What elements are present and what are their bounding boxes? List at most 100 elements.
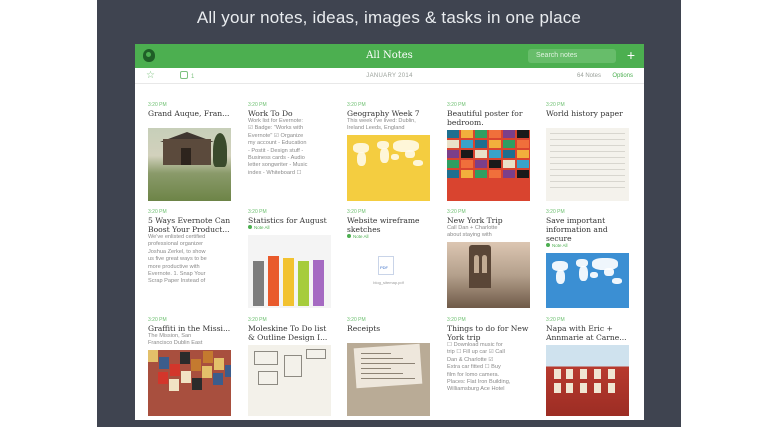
bridge-arch	[482, 255, 487, 273]
note-card[interactable]: 3:20 PM Moleskine To Do list & Outline De…	[248, 317, 331, 416]
poster-block	[517, 170, 529, 178]
graffiti-block	[169, 379, 179, 391]
map-continent	[405, 150, 415, 158]
poster-block	[475, 170, 487, 178]
poster-block	[517, 140, 529, 148]
poster-block	[503, 150, 515, 158]
graffiti-block	[180, 352, 190, 364]
note-title: Napa with Eric + Annmarie at Carne...	[546, 324, 627, 342]
poster-block	[447, 130, 459, 138]
note-thumbnail	[148, 350, 231, 416]
house-window	[608, 383, 615, 393]
receipt-line	[361, 368, 391, 369]
note-time: 3:20 PM	[546, 317, 565, 323]
poster-block	[489, 150, 501, 158]
evernote-app-window: All Notes Search notes + ☆ 1 JANUARY 201…	[135, 44, 644, 420]
note-time: 3:20 PM	[148, 102, 167, 108]
poster-block	[461, 170, 473, 178]
note-time: 3:20 PM	[248, 209, 267, 215]
note-card[interactable]: 3:20 PM Beautiful poster for bedroom.	[447, 102, 530, 201]
note-card[interactable]: 3:20 PM Grand Auque, Fran...	[148, 102, 231, 201]
graffiti-block	[192, 378, 202, 390]
map-continent	[357, 152, 366, 166]
barn-door	[181, 148, 191, 165]
note-card[interactable]: 3:20 PM World history paper	[546, 102, 629, 201]
receipt-line	[361, 363, 415, 364]
receipt-paper	[353, 343, 423, 389]
note-title: Things to do for New York trip	[447, 324, 529, 342]
poster-block	[489, 160, 501, 168]
note-time: 3:20 PM	[546, 209, 565, 215]
receipt-line	[361, 378, 415, 379]
poster-block	[475, 140, 487, 148]
note-card[interactable]: 3:20 PM Website wireframe sketches Note Al…	[347, 209, 430, 308]
poster-block	[461, 150, 473, 158]
note-card[interactable]: 3:20 PM Things to do for New York trip ☐ D…	[447, 317, 530, 416]
note-title: Grand Auque, Fran...	[148, 109, 230, 118]
note-tag: Note All	[248, 225, 331, 231]
poster-block	[447, 170, 459, 178]
graffiti-block	[213, 373, 223, 385]
note-title: World history paper	[546, 109, 623, 118]
note-card[interactable]: 3:20 PM Save important information and se…	[546, 209, 629, 308]
note-thumbnail: PDF blog_sitemap.pdf	[347, 244, 430, 308]
poster-block	[475, 150, 487, 158]
map-continent	[612, 278, 622, 284]
add-note-button[interactable]: +	[627, 47, 635, 63]
note-time: 3:20 PM	[447, 317, 466, 323]
note-time: 3:20 PM	[546, 102, 565, 108]
note-card[interactable]: 3:20 PM Geography Week 7 This week I've li…	[347, 102, 430, 201]
promo-headline: All your notes, ideas, images & tasks in…	[196, 8, 582, 27]
paper-line	[550, 139, 625, 140]
chart-bar	[268, 256, 279, 306]
note-card[interactable]: 3:20 PM Graffiti in the Missi... The Missi…	[148, 317, 231, 416]
poster-block	[489, 140, 501, 148]
chart-bar	[283, 258, 294, 306]
receipt-line	[361, 358, 403, 359]
note-title: 5 Ways Evernote Can Boost Your Product..…	[148, 216, 231, 234]
poster-block	[447, 140, 459, 148]
note-title: Graffiti in the Missi...	[148, 324, 231, 333]
note-thumbnail	[148, 128, 231, 201]
poster-block	[517, 160, 529, 168]
chart-bar	[253, 261, 264, 306]
graffiti-block	[225, 365, 231, 377]
sketch-box	[254, 351, 278, 365]
poster-block	[517, 150, 529, 158]
search-input[interactable]: Search notes	[528, 49, 616, 63]
options-button[interactable]: Options	[612, 73, 633, 79]
poster-block	[503, 130, 515, 138]
note-card[interactable]: 3:20 PM Work To Do Work list for Evernote:…	[248, 102, 331, 201]
note-thumbnail	[546, 128, 629, 201]
note-time: 3:20 PM	[347, 317, 366, 323]
paper-line	[550, 163, 625, 164]
graffiti-block	[203, 351, 213, 363]
paper-line	[550, 157, 625, 158]
note-title: New York Trip	[447, 216, 503, 225]
note-thumbnail	[546, 253, 629, 308]
sketch-box	[284, 355, 302, 377]
note-time: 3:20 PM	[148, 209, 167, 215]
bridge-arch	[474, 255, 479, 273]
poster-block	[503, 160, 515, 168]
top-bar: All Notes Search notes +	[135, 44, 644, 68]
house-window	[580, 369, 587, 379]
paper-line	[550, 151, 625, 152]
note-card[interactable]: 3:20 PM 5 Ways Evernote Can Boost Your Pr…	[148, 209, 231, 308]
paper-line	[550, 181, 625, 182]
note-card[interactable]: 3:20 PM Statistics for August Note All	[248, 209, 331, 308]
house-window	[594, 369, 601, 379]
map-continent	[579, 266, 588, 281]
paper-line	[550, 133, 625, 134]
note-tag: Note All	[546, 243, 629, 249]
note-tag: Note All	[347, 234, 430, 240]
filter-bar: ☆ 1 JANUARY 2014 64 Notes Options	[135, 68, 644, 84]
note-time: 3:20 PM	[248, 317, 267, 323]
note-card[interactable]: 3:20 PM Receipts	[347, 317, 430, 416]
note-title: Website wireframe sketches	[347, 216, 420, 234]
map-continent	[604, 268, 614, 276]
note-time: 3:20 PM	[148, 317, 167, 323]
note-card[interactable]: 3:20 PM Napa with Eric + Annmarie at Carn…	[546, 317, 629, 416]
note-card[interactable]: 3:20 PM New York Trip Call Dan + Charlotte…	[447, 209, 530, 308]
poster-block	[489, 170, 501, 178]
